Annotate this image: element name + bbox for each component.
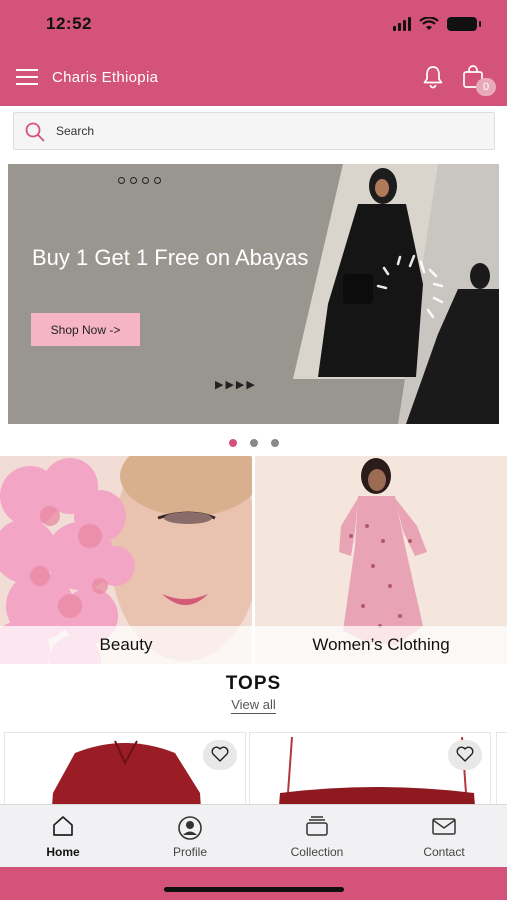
search-placeholder: Search [56, 124, 95, 138]
cart-count-badge: 0 [476, 78, 496, 96]
mail-icon [432, 818, 456, 835]
tab-contact[interactable]: Contact [381, 805, 507, 868]
shop-now-button[interactable]: Shop Now -> [31, 313, 140, 346]
tab-label-home: Home [46, 845, 80, 859]
section-title-tops: TOPS [225, 673, 282, 694]
banner-arrows: ▶▶▶▶ [215, 379, 257, 391]
carousel-dot[interactable] [271, 439, 279, 447]
bottom-tab-bar: Home Profile Collection Contact [0, 804, 507, 867]
heart-icon [456, 746, 474, 762]
tab-label-contact: Contact [423, 845, 465, 859]
wishlist-button[interactable] [203, 740, 237, 770]
notification-bell-icon[interactable] [420, 64, 446, 90]
carousel-dot-active[interactable] [229, 439, 237, 447]
category-card-beauty[interactable]: Beauty [0, 456, 252, 664]
category-card-womens-clothing[interactable]: Women’s Clothing [255, 456, 507, 664]
collection-icon [306, 816, 328, 836]
tab-label-profile: Profile [172, 845, 207, 859]
status-time: 12:52 [46, 14, 92, 33]
search-input[interactable]: Search [13, 112, 495, 150]
category-label-womens-clothing: Women’s Clothing [255, 626, 507, 664]
tab-profile[interactable]: Profile [127, 805, 253, 868]
battery-icon [447, 17, 481, 31]
view-all-label[interactable]: View all [231, 697, 276, 714]
home-icon [53, 816, 73, 836]
tab-home[interactable]: Home [0, 805, 126, 868]
view-all-link[interactable]: View all [0, 697, 507, 714]
tab-label-collection: Collection [290, 845, 344, 859]
carousel-dot[interactable] [250, 439, 258, 447]
app-title: Charis Ethiopia [52, 69, 159, 86]
abaya-models-image [293, 164, 499, 424]
search-icon [25, 122, 45, 142]
signal-icon [393, 17, 411, 31]
bottom-brand-bar [0, 867, 507, 900]
status-icons [393, 14, 481, 34]
category-label-beauty: Beauty [0, 626, 252, 664]
hamburger-menu-icon[interactable] [16, 67, 40, 87]
heart-icon [211, 746, 229, 762]
home-indicator[interactable] [164, 887, 344, 892]
banner-heading: Buy 1 Get 1 Free on Abayas [32, 245, 309, 270]
wishlist-button[interactable] [448, 740, 482, 770]
nav-row: Charis Ethiopia 0 [0, 58, 507, 98]
wifi-icon [419, 17, 439, 30]
banner-decor-dots [118, 177, 161, 184]
tab-collection[interactable]: Collection [254, 805, 380, 868]
profile-icon [178, 816, 202, 840]
carousel-indicators[interactable] [229, 439, 279, 447]
app-header: 12:52 Charis Ethiopia 0 [0, 0, 507, 106]
promo-banner[interactable]: Buy 1 Get 1 Free on Abayas Shop Now -> ▶… [8, 164, 499, 424]
